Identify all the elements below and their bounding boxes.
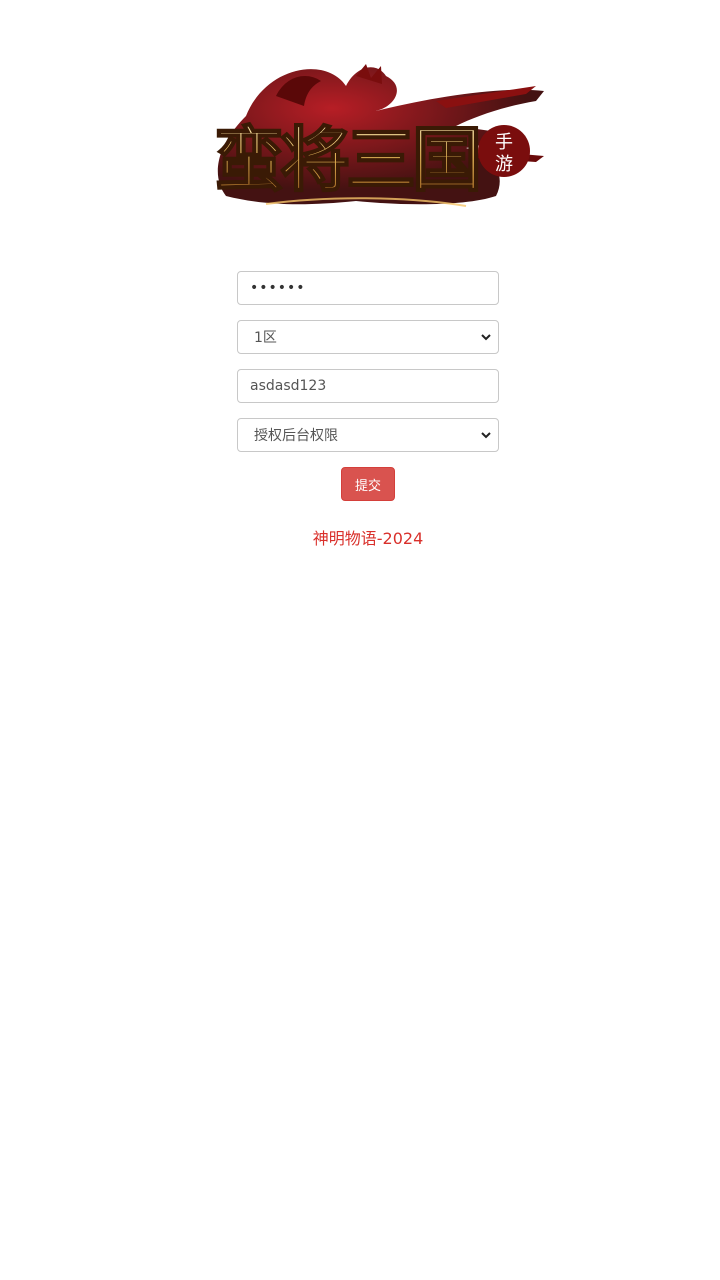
logo-badge-bottom: 游 xyxy=(495,154,513,175)
copyright-text: 神明物语-2024 xyxy=(312,529,424,548)
logo-badge-top: 手 xyxy=(495,132,513,153)
chevron-down-icon xyxy=(481,334,491,341)
permission-select-value: 授权后台权限 xyxy=(254,428,338,444)
permission-select[interactable]: 授权后台权限 xyxy=(237,418,499,452)
submit-button[interactable]: 提交 xyxy=(341,467,395,501)
server-select-value: 1区 xyxy=(254,330,277,346)
account-input-value: asdasd123 xyxy=(250,378,327,394)
server-select[interactable]: 1区 xyxy=(237,320,499,354)
chevron-down-icon xyxy=(481,432,491,439)
account-input[interactable]: asdasd123 xyxy=(237,369,499,403)
password-field[interactable]: •••••• xyxy=(237,271,499,305)
login-form: •••••• 1区 asdasd123 授权后台权限 提交 xyxy=(237,271,499,501)
game-logo: 蛮将三国 手 游 xyxy=(206,56,550,218)
password-value: •••••• xyxy=(250,280,306,296)
submit-row: 提交 xyxy=(237,467,499,501)
login-page: 蛮将三国 手 游 •••••• 1区 asdasd123 授权后台权限 提交 神… xyxy=(0,0,720,1280)
logo-title: 蛮将三国 xyxy=(214,118,478,201)
